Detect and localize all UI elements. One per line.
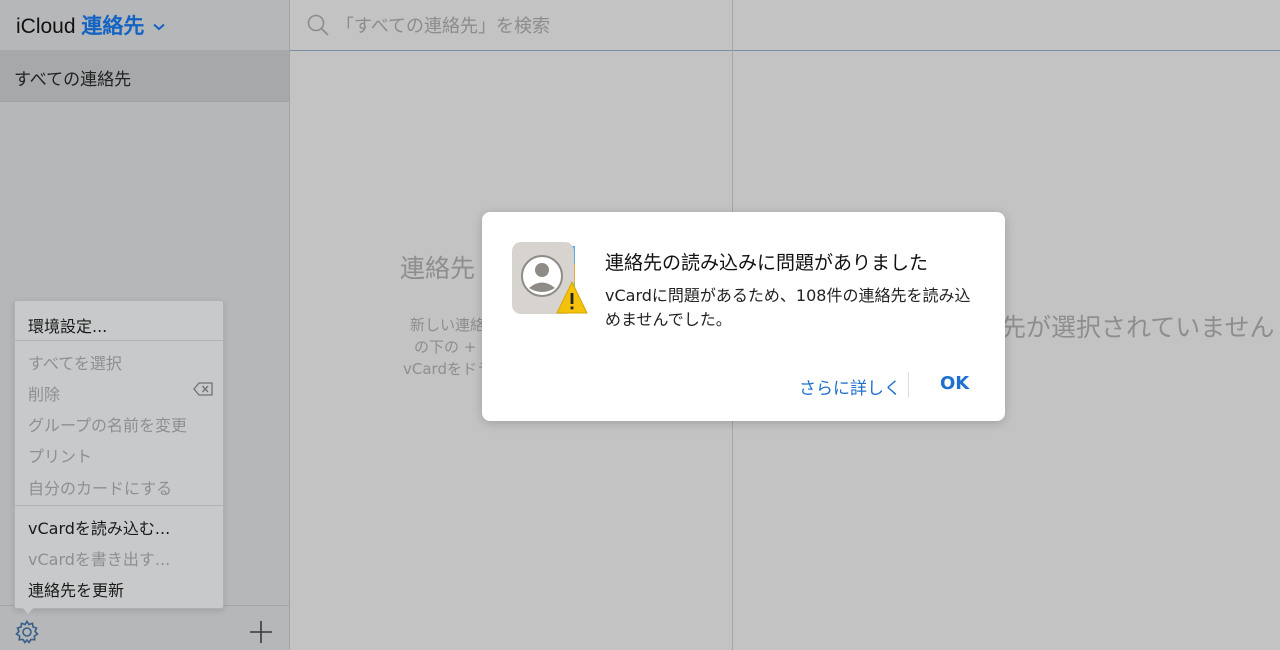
- menu-pointer: [20, 605, 36, 614]
- brand-label: iCloud: [16, 15, 76, 38]
- menu-item-rename-group: グループの名前を変更: [28, 416, 188, 435]
- sidebar-item-all-contacts[interactable]: すべての連絡先: [0, 51, 289, 102]
- gear-icon[interactable]: [14, 619, 40, 645]
- app-name[interactable]: 連絡先: [81, 15, 144, 38]
- plus-icon[interactable]: [249, 620, 273, 644]
- menu-separator: [15, 340, 223, 341]
- menu-item-preferences[interactable]: 環境設定...: [28, 313, 107, 337]
- divider: [733, 50, 1280, 51]
- menu-item-refresh-contacts[interactable]: 連絡先を更新: [28, 577, 124, 601]
- delete-key-icon: [193, 382, 213, 396]
- sidebar-item-label: すべての連絡先: [14, 70, 132, 90]
- learn-more-button[interactable]: さらに詳しく: [799, 374, 901, 399]
- menu-separator: [15, 505, 223, 506]
- button-separator: [908, 372, 909, 398]
- dialog-buttons: さらに詳しく OK: [482, 370, 1005, 400]
- search-input[interactable]: 「すべての連絡先」を検索: [336, 12, 550, 38]
- import-error-dialog: 連絡先の読み込みに問題がありました vCardに問題があるため、108件の連絡先…: [482, 212, 1005, 421]
- dialog-message: vCardに問題があるため、108件の連絡先を読み込めませんでした。: [605, 286, 971, 329]
- dialog-title: 連絡先の読み込みに問題がありました: [605, 252, 929, 274]
- search-icon: [307, 14, 329, 36]
- menu-item-delete: 削除: [28, 385, 61, 404]
- chevron-down-icon[interactable]: [153, 23, 165, 31]
- contacts-app-icon: [512, 242, 588, 314]
- ok-button[interactable]: OK: [940, 373, 969, 394]
- no-selection-text: 先が選択されていません: [1001, 313, 1275, 342]
- menu-item-select-all: すべてを選択: [28, 354, 122, 373]
- menu-item-make-my-card: 自分のカードにする: [28, 479, 173, 498]
- menu-item-import-vcard[interactable]: vCardを読み込む...: [28, 515, 170, 539]
- empty-list-title: 連絡先: [400, 254, 476, 283]
- app-header[interactable]: iCloud 連絡先: [16, 10, 165, 40]
- menu-item-print: プリント: [28, 447, 93, 466]
- menu-item-export-vcard: vCardを書き出す...: [28, 550, 171, 569]
- settings-menu: 環境設定... すべてを選択 削除 グループの名前を変更 プリント 自分のカード…: [14, 300, 224, 609]
- search-bar[interactable]: 「すべての連絡先」を検索: [290, 0, 732, 51]
